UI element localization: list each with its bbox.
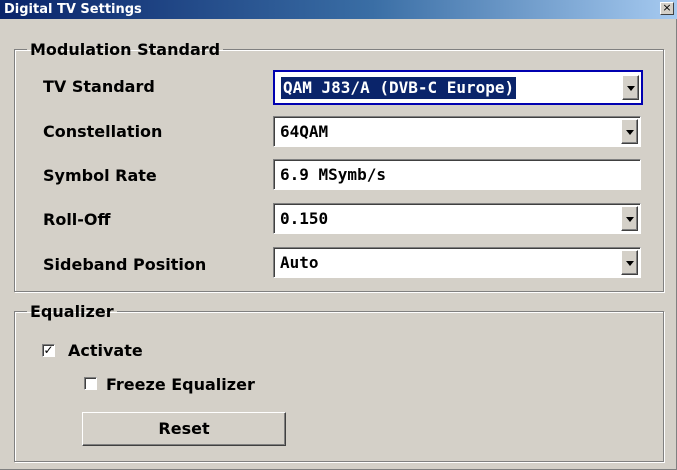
equalizer-legend: Equalizer [30,302,114,321]
constellation-dropdown-arrow-icon[interactable] [621,119,638,144]
close-icon: × [662,1,672,14]
tv-standard-label: TV Standard [43,77,155,96]
constellation-select[interactable]: 64QAM [273,116,641,147]
title-bar[interactable]: Digital TV Settings × [0,0,677,19]
modulation-standard-legend: Modulation Standard [30,40,221,59]
tv-standard-value: QAM J83/A (DVB-C Europe) [281,77,517,99]
checkmark-icon: ✓ [43,343,54,357]
constellation-label: Constellation [43,122,163,141]
sideband-position-value: Auto [280,253,319,272]
window-title: Digital TV Settings [4,2,142,17]
constellation-value: 64QAM [280,122,329,141]
freeze-equalizer-label[interactable]: Freeze Equalizer [106,375,255,394]
roll-off-select[interactable]: 0.150 [273,203,641,234]
symbol-rate-input[interactable]: 6.9 MSymb/s [273,159,641,190]
tv-standard-select[interactable]: QAM J83/A (DVB-C Europe) [273,70,643,105]
reset-button[interactable]: Reset [82,412,286,446]
sideband-position-label: Sideband Position [43,255,207,274]
symbol-rate-label: Symbol Rate [43,166,157,185]
roll-off-dropdown-arrow-icon[interactable] [621,206,638,231]
roll-off-label: Roll-Off [43,210,111,229]
close-button[interactable]: × [660,2,674,15]
digital-tv-settings-dialog: Digital TV Settings × Modulation Standar… [0,0,677,470]
sideband-position-select[interactable]: Auto [273,247,641,278]
activate-label[interactable]: Activate [68,341,143,360]
symbol-rate-value: 6.9 MSymb/s [280,165,386,184]
roll-off-value: 0.150 [280,209,329,228]
freeze-equalizer-checkbox[interactable] [84,377,97,390]
sideband-dropdown-arrow-icon[interactable] [621,250,638,275]
activate-checkbox[interactable]: ✓ [42,344,55,357]
tv-standard-dropdown-arrow-icon[interactable] [622,75,639,100]
